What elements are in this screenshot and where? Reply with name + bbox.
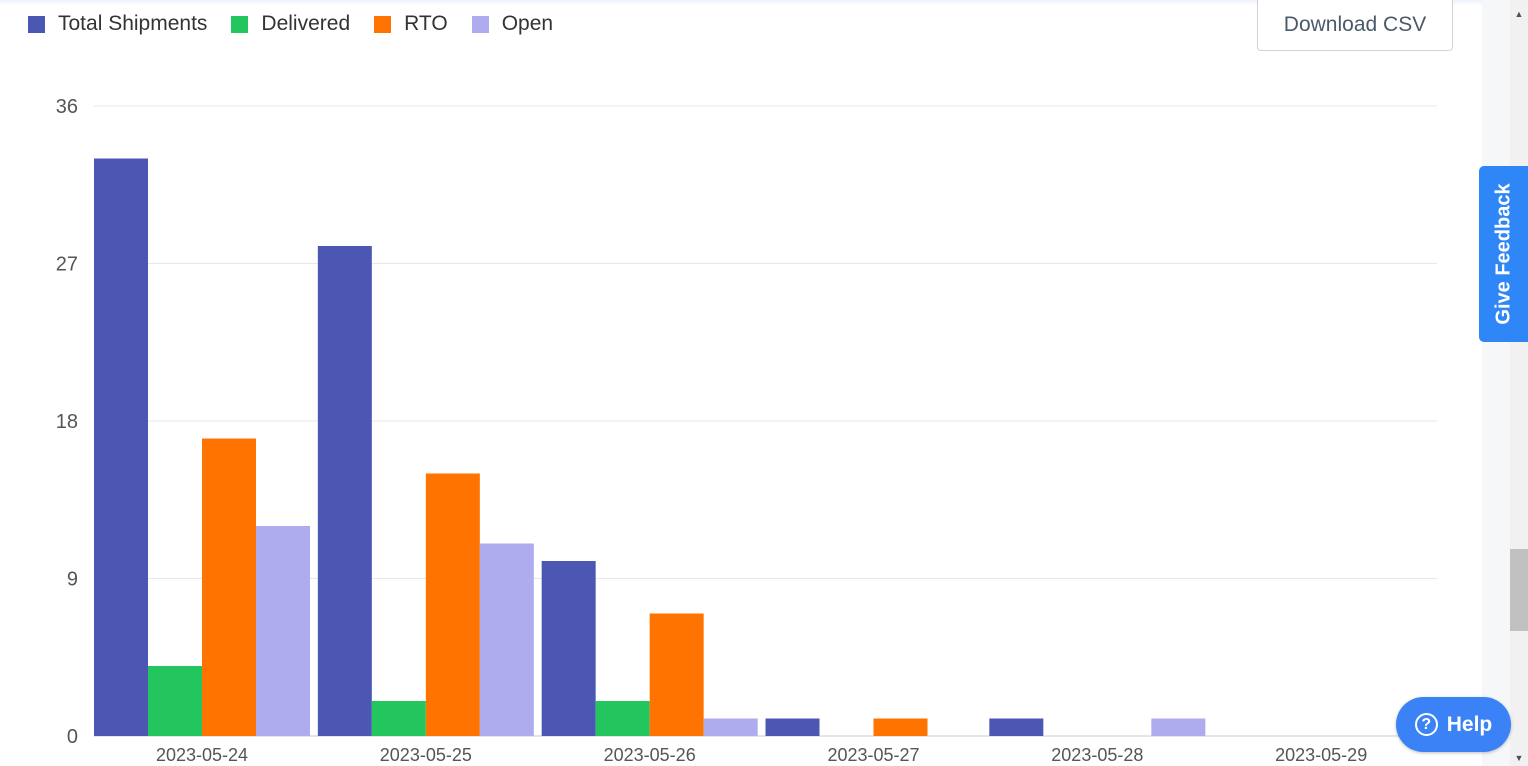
page-edge	[1482, 0, 1510, 766]
bar-open[interactable]	[479, 543, 534, 737]
bar-open[interactable]	[703, 718, 758, 737]
give-feedback-label: Give Feedback	[1492, 183, 1514, 325]
bar-delivered[interactable]	[148, 666, 202, 736]
help-label: Help	[1446, 712, 1493, 736]
x-tick-label: 2023-05-24	[156, 745, 248, 765]
bar-total-shipments[interactable]	[989, 718, 1044, 737]
bar-total-shipments[interactable]	[94, 158, 148, 737]
question-circle-icon: ?	[1414, 713, 1438, 736]
scroll-up-icon[interactable]: ▲	[1510, 6, 1528, 22]
bar-total-shipments[interactable]	[541, 561, 596, 736]
y-tick-label: 0	[67, 726, 78, 748]
give-feedback-tab[interactable]: Give Feedback	[1479, 166, 1528, 342]
scroll-down-icon[interactable]: ▼	[1510, 750, 1528, 766]
bar-total-shipments[interactable]	[317, 246, 372, 736]
bar-open[interactable]	[256, 526, 310, 736]
x-tick-label: 2023-05-27	[827, 745, 919, 765]
bar-open[interactable]	[1151, 718, 1206, 737]
scrollbar-thumb[interactable]	[1510, 549, 1528, 631]
x-tick-label: 2023-05-28	[1051, 745, 1143, 765]
help-button[interactable]: ? Help	[1396, 697, 1511, 752]
x-tick-label: 2023-05-25	[380, 745, 472, 765]
bar-delivered[interactable]	[595, 701, 650, 736]
y-tick-label: 27	[56, 254, 78, 276]
y-tick-label: 9	[67, 569, 78, 591]
bar-total-shipments[interactable]	[765, 718, 820, 737]
bar-rto[interactable]	[202, 438, 256, 737]
bar-chart: 0 9 18 27 36 2023-05-24 2023-05-25 2023-05-26 20…	[56, 96, 1437, 765]
y-tick-label: 18	[56, 411, 78, 433]
x-tick-label: 2023-05-26	[604, 745, 696, 765]
bar-delivered[interactable]	[371, 701, 426, 736]
vertical-scrollbar[interactable]: ▲ ▼	[1510, 0, 1528, 766]
bar-rto[interactable]	[425, 473, 480, 737]
bar-rto[interactable]	[649, 613, 704, 737]
y-tick-label: 36	[56, 96, 78, 118]
bar-rto[interactable]	[873, 718, 928, 737]
x-tick-label: 2023-05-29	[1275, 745, 1367, 765]
